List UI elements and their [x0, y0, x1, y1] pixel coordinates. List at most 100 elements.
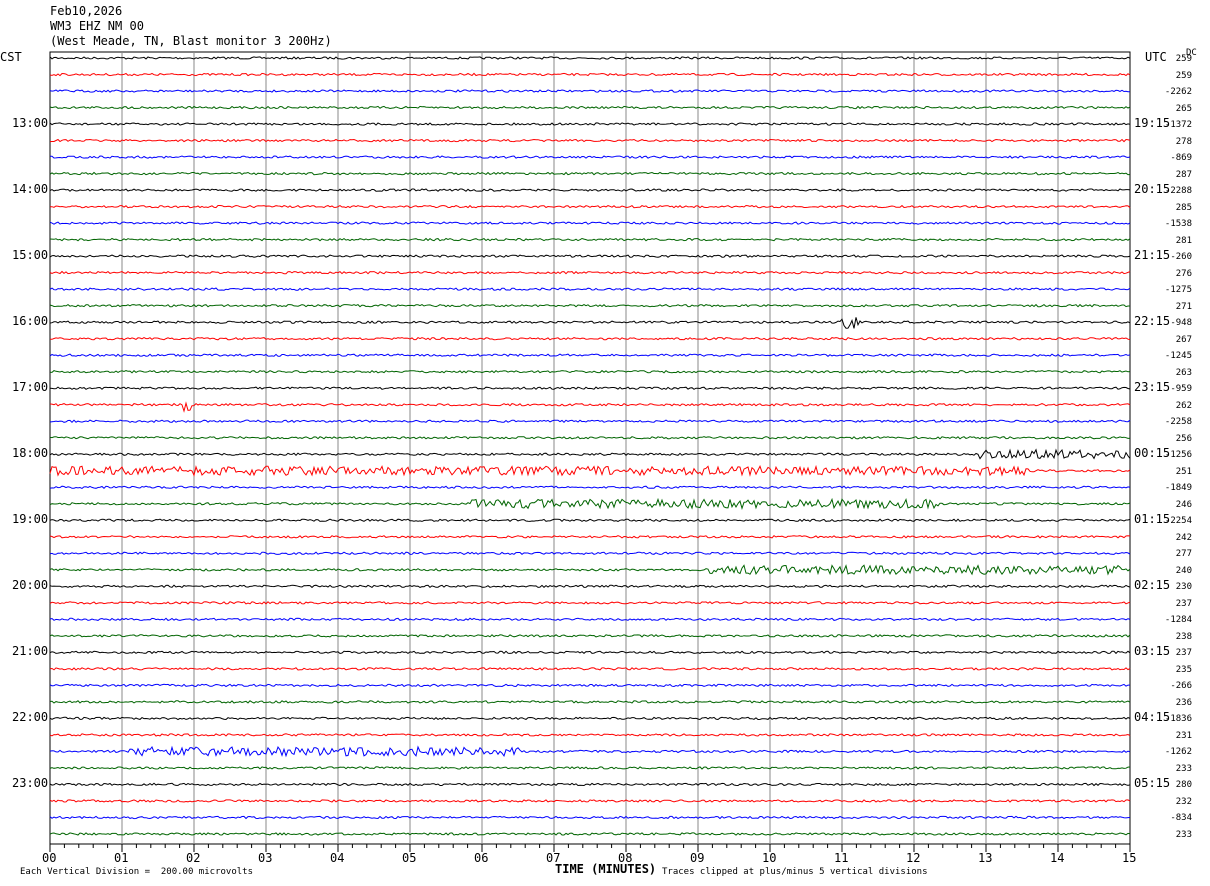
seismic-trace — [49, 551, 1131, 556]
seismic-trace — [49, 171, 1130, 176]
seismic-trace — [49, 287, 1131, 291]
cst-hour-label: 14:00 — [12, 182, 49, 197]
seismic-trace — [49, 832, 1131, 836]
cst-hour-label: 20:00 — [12, 578, 49, 593]
seismic-trace — [49, 254, 1131, 258]
dc-offset-label: 259 — [1175, 54, 1192, 64]
seismic-trace — [49, 419, 1131, 424]
dc-offset-label: 237 — [1175, 648, 1192, 659]
dc-offset-label: 236 — [1175, 697, 1192, 708]
seismic-trace — [49, 815, 1131, 820]
x-tick-label: 11 — [834, 851, 849, 865]
seismic-trace — [49, 237, 1131, 242]
seismic-trace — [49, 386, 1131, 390]
seismic-trace — [49, 221, 1131, 225]
seismic-trace — [49, 518, 1131, 523]
cst-hour-label: 13:00 — [12, 116, 49, 131]
dc-offset-label: 281 — [1175, 235, 1192, 246]
dc-offset-label: 262 — [1175, 400, 1192, 411]
seismic-trace — [49, 497, 1131, 511]
dc-offset-label: -1256 — [1164, 450, 1192, 461]
seismic-trace — [49, 435, 1131, 440]
utc-hour-label: 03:15 — [1134, 644, 1171, 659]
seismic-trace — [50, 155, 1131, 159]
dc-offset-label: -1849 — [1164, 483, 1192, 494]
cst-hour-label: 23:00 — [12, 776, 49, 791]
utc-hour-label: 21:15 — [1134, 248, 1171, 263]
seismic-trace — [49, 317, 1131, 329]
seismic-trace — [49, 584, 1131, 589]
dc-offset-label: 256 — [1175, 433, 1192, 444]
clip-note: Traces clipped at plus/minus 5 vertical … — [662, 867, 928, 877]
x-tick-label: 00 — [42, 851, 57, 865]
dc-offset-label: -1262 — [1164, 747, 1192, 758]
dc-offset-label: -1245 — [1164, 351, 1192, 362]
seismic-trace — [49, 782, 1131, 787]
cst-hour-label: 18:00 — [12, 446, 49, 461]
dc-offset-label: 276 — [1175, 268, 1192, 279]
x-tick-label: 10 — [762, 851, 777, 865]
cst-hour-label: 15:00 — [12, 248, 49, 263]
seismic-trace — [49, 464, 1131, 477]
seismic-trace — [49, 683, 1130, 688]
x-tick-label: 06 — [474, 851, 489, 865]
dc-offset-label: 263 — [1175, 367, 1192, 378]
dc-offset-label: -869 — [1170, 153, 1192, 164]
utc-hour-label: 22:15 — [1134, 314, 1171, 329]
dc-offset-label: -1836 — [1164, 714, 1192, 725]
dc-offset-label: -260 — [1170, 252, 1192, 263]
seismic-trace — [49, 745, 1131, 758]
dc-offset-label: -2254 — [1164, 516, 1192, 527]
dc-offset-label: 265 — [1175, 103, 1192, 114]
seismic-trace — [49, 700, 1131, 704]
seismic-trace — [49, 650, 1131, 655]
utc-hour-label: 02:15 — [1134, 578, 1171, 593]
cst-hour-label: 17:00 — [12, 380, 49, 395]
dc-offset-label: -834 — [1170, 813, 1192, 824]
dc-offset-label: -2262 — [1164, 87, 1192, 98]
x-tick-label: 09 — [690, 851, 705, 865]
dc-offset-label: 278 — [1175, 136, 1192, 147]
x-axis-title: TIME (MINUTES) — [555, 862, 657, 876]
dc-offset-label: 233 — [1175, 829, 1192, 840]
seismic-trace — [49, 716, 1131, 721]
seismic-trace — [49, 89, 1130, 93]
x-tick-label: 01 — [114, 851, 129, 865]
plot-area — [49, 51, 1131, 852]
dc-offset-label: 231 — [1175, 730, 1192, 741]
dc-offset-label: 246 — [1175, 499, 1192, 510]
seismic-trace — [49, 401, 1131, 413]
dc-offset-label: -2288 — [1164, 186, 1192, 197]
cst-hour-label: 19:00 — [12, 512, 49, 527]
x-tick-label: 03 — [258, 851, 273, 865]
dc-offset-label: 271 — [1175, 301, 1192, 312]
seismic-trace — [49, 617, 1131, 622]
dc-offset-label: -2258 — [1164, 417, 1192, 428]
dc-offset-label: 251 — [1175, 466, 1192, 477]
seismic-trace — [49, 72, 1131, 77]
dc-offset-label: -948 — [1170, 318, 1192, 329]
dc-offset-label: 232 — [1175, 796, 1192, 807]
seismic-trace — [49, 448, 1131, 460]
seismic-trace — [49, 369, 1131, 374]
seismic-trace — [49, 122, 1131, 126]
dc-offset-label: 233 — [1175, 763, 1192, 774]
dc-offset-label: 238 — [1175, 631, 1192, 642]
x-tick-label: 14 — [1050, 851, 1065, 865]
seismic-trace — [49, 600, 1131, 605]
seismic-trace — [49, 105, 1131, 110]
dc-offset-label: -1275 — [1164, 285, 1192, 296]
dc-offset-label: 267 — [1175, 334, 1192, 345]
seismic-trace — [49, 188, 1131, 192]
x-tick-label: 04 — [330, 851, 345, 865]
seismic-trace — [49, 564, 1131, 576]
x-tick-label: 05 — [402, 851, 417, 865]
dc-offset-label: 259 — [1175, 70, 1192, 81]
plot-frame — [49, 51, 1131, 845]
scale-note: Each Vertical Division = 200.00 microvol… — [20, 867, 253, 877]
seismic-trace — [49, 733, 1131, 737]
utc-hour-label: 05:15 — [1134, 776, 1171, 791]
dc-offset-label: 285 — [1175, 202, 1192, 213]
seismic-trace — [49, 303, 1130, 308]
cst-hour-label: 16:00 — [12, 314, 49, 329]
